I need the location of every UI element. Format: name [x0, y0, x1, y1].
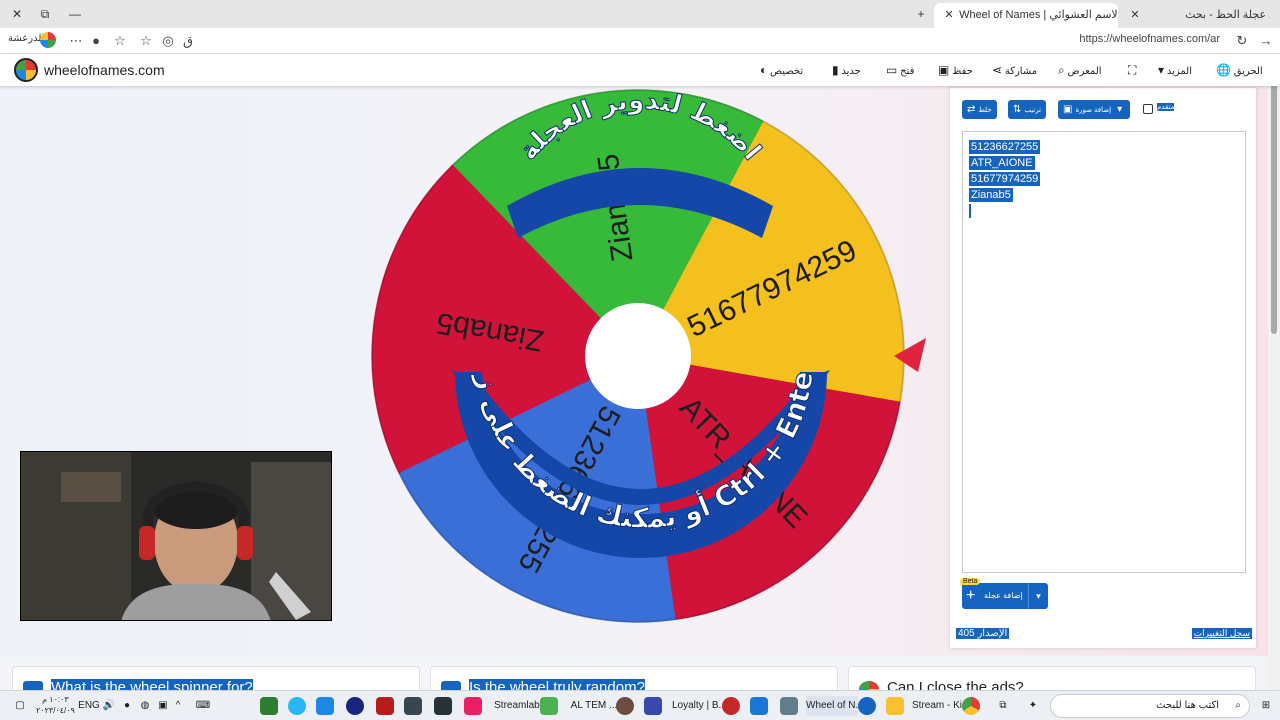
capcut-icon[interactable] [434, 697, 452, 715]
nav-label: الحريق [1233, 66, 1263, 77]
sparkle-icon[interactable]: ✦ [1020, 696, 1046, 716]
nav-label: مشاركة [1004, 66, 1038, 77]
globe-icon: 🌐 [1216, 63, 1231, 77]
shuffle-button[interactable]: ⇄ خلط [962, 100, 997, 119]
share-icon: ⋖ [992, 63, 1003, 77]
search-icon: ⌕ [1058, 63, 1065, 77]
chevron-up-icon[interactable]: ^ [170, 696, 186, 716]
faq-section: What is the wheel spinner for? Is the wh… [0, 656, 1268, 696]
file-icon: ▮ [832, 63, 839, 77]
app-icon[interactable] [616, 697, 634, 715]
entry-line: 51677974259 [969, 172, 1041, 186]
palette-icon: ◐ [760, 63, 768, 77]
add-wheel-label: إضافة عجلة [984, 591, 1023, 600]
image-icon: ▣ [1063, 104, 1073, 115]
clock-date: ٢٠٢٣/٠٤/٠٩ [36, 706, 75, 715]
chevron-down-icon: ▾ [1158, 63, 1165, 77]
entries-panel: ⇄ خلط ⇅ ترتيب ▣ إضافة صورة ▾ متقدم 51236627… [950, 88, 1256, 648]
app-icon[interactable] [644, 697, 662, 715]
add-wheel-button[interactable]: + إضافة عجلة ▾ [962, 583, 1048, 609]
app-icon[interactable] [750, 697, 768, 715]
wheel-center-hub[interactable] [585, 303, 691, 409]
nav-label: جديد [841, 66, 861, 77]
taskbar-app-al-tem[interactable]: AL TEM ... [566, 696, 622, 716]
volume-icon[interactable]: 🔊 [100, 696, 118, 716]
nav-label: تخصيص [770, 66, 804, 77]
fullscreen-icon: ⛶ [1128, 63, 1137, 77]
save-icon: ▣ [938, 63, 950, 77]
sort-icon: ⇅ [1013, 104, 1022, 115]
clock[interactable]: ١٠:٠٣ م ٢٠٢٣/٠٤/٠٩ [36, 694, 75, 716]
app-icon[interactable] [376, 697, 394, 715]
nav-label: المعرض [1067, 66, 1102, 77]
version-label: الإصدار 405 [956, 628, 1010, 639]
advanced-label: متقدم [1157, 103, 1175, 111]
notifications-icon[interactable]: ▢ [8, 696, 32, 716]
entries-textarea[interactable]: 51236627255 ATR_AIONE 51677974259 Zianab… [962, 131, 1246, 573]
entry-line: Zianab5 [969, 188, 1013, 202]
steam-icon[interactable] [346, 697, 364, 715]
nav-language[interactable]: 🌐 الحريق [1212, 63, 1263, 77]
taskbar-search-placeholder: اكتب هنا للبحث [1156, 700, 1219, 711]
nav-new[interactable]: ▮ جديد [828, 63, 861, 77]
file-explorer-icon[interactable] [886, 697, 904, 715]
entries-list: 51236627255 ATR_AIONE 51677974259 Zianab… [963, 140, 1245, 218]
taskbar-app-loyalty[interactable]: Loyalty | B... [672, 696, 727, 716]
entry-line: 51236627255 [969, 140, 1041, 154]
taskbar-search[interactable]: اكتب هنا للبحث ⌕ [1050, 694, 1250, 718]
tiktok-icon[interactable] [464, 697, 482, 715]
plus-icon: + [966, 587, 976, 604]
nav-save[interactable]: ▣ حفظ [934, 63, 973, 77]
search-icon: ⌕ [1235, 700, 1241, 711]
app-icon[interactable] [404, 697, 422, 715]
nav-gallery[interactable]: ⌕ المعرض [1054, 63, 1102, 78]
add-image-label: إضافة صورة [1075, 107, 1112, 114]
text-cursor [969, 204, 971, 218]
app-icon[interactable] [780, 697, 798, 715]
chrome-icon[interactable] [962, 697, 980, 715]
clock-time: ١٠:٠٣ م [42, 695, 69, 704]
nav-label: حفظ [952, 66, 973, 77]
streamlabs-icon[interactable] [540, 697, 558, 715]
windows-start-icon[interactable]: ⊞ [1256, 696, 1276, 716]
nav-fullscreen[interactable]: ⛶ [1124, 63, 1136, 78]
edge-icon[interactable] [858, 697, 876, 715]
app-icon[interactable] [316, 697, 334, 715]
site-brand[interactable]: wheelofnames.com [44, 62, 165, 78]
windows-taskbar: ▢ ١٠:٠٣ م ٢٠٢٣/٠٤/٠٩ ENG 🔊 ● ◍ ▣ ^ ⌨ Str… [0, 690, 1280, 720]
nav-more[interactable]: ▾ المزيد [1154, 63, 1192, 77]
shuffle-icon: ⇄ [967, 104, 976, 115]
nav-share[interactable]: ⋖ مشاركة [988, 63, 1037, 77]
nav-customize[interactable]: ◐ تخصيص [756, 63, 803, 77]
webcam-overlay [20, 451, 332, 621]
add-image-button[interactable]: ▣ إضافة صورة ▾ [1058, 100, 1131, 119]
keyboard-icon[interactable]: ⌨ [192, 696, 214, 716]
entry-line: ATR_AIONE [969, 156, 1035, 170]
site-header: wheelofnames.com 🌐 الحريق ▾ المزيد ⛶ ⌕ ا… [0, 54, 1280, 86]
taskbar-app-wheel[interactable]: Wheel of N... [806, 696, 864, 716]
wheel-logo-icon[interactable] [14, 58, 38, 82]
task-view-icon[interactable]: ⧉ [994, 696, 1012, 716]
shuffle-label: خلط [978, 107, 992, 114]
nav-open[interactable]: ▭ فتح [882, 63, 914, 77]
folder-icon: ▭ [886, 63, 898, 77]
network-icon[interactable]: ◍ [136, 696, 154, 716]
webcam-person-image [21, 452, 331, 620]
advanced-checkbox[interactable] [1143, 104, 1153, 114]
taskbar-app-stream[interactable]: Stream - Ki... [912, 696, 970, 716]
chevron-down-icon[interactable]: ▾ [1028, 583, 1048, 609]
nav-label: فتح [900, 66, 915, 77]
changelog-link[interactable]: سجل التغييرات [1191, 628, 1252, 639]
chevron-down-icon: ▾ [1117, 104, 1123, 115]
sort-button[interactable]: ⇅ ترتيب [1008, 100, 1047, 119]
beta-badge: Beta [960, 578, 981, 585]
language-indicator[interactable]: ENG [78, 696, 100, 716]
nav-label: المزيد [1166, 66, 1192, 77]
telegram-icon[interactable] [288, 697, 306, 715]
opera-icon[interactable] [722, 697, 740, 715]
sort-label: ترتيب [1024, 107, 1042, 114]
microphone-icon[interactable]: ● [118, 696, 136, 716]
xbox-icon[interactable] [260, 697, 278, 715]
